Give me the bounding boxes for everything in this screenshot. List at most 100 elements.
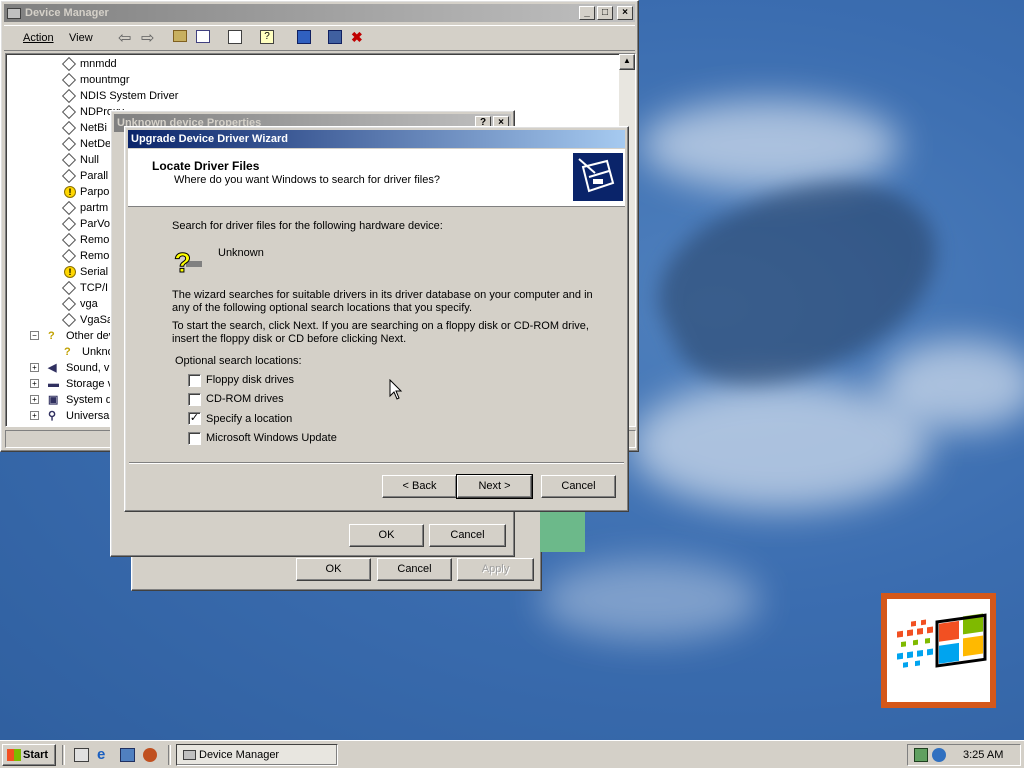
start-button[interactable]: Start: [2, 744, 56, 766]
wizard-para1-line1: The wizard searches for suitable drivers…: [172, 289, 593, 301]
tree-item-label: VgaSa: [80, 314, 114, 326]
driver-icon: [61, 105, 77, 120]
disable-device-icon[interactable]: [328, 30, 342, 44]
volume-tray-icon[interactable]: [932, 748, 946, 762]
tree-item[interactable]: ! Parpo: [64, 184, 109, 200]
outlook-express-icon[interactable]: [120, 748, 135, 762]
logo-yellow: [963, 635, 983, 657]
specify-location-label[interactable]: Specify a location: [206, 413, 292, 425]
minimize-button[interactable]: _: [579, 6, 595, 20]
properties-ok-button[interactable]: OK: [349, 524, 424, 547]
show-desktop-icon[interactable]: [74, 748, 89, 762]
tree-category-label: Sound, vi: [66, 362, 112, 374]
cdrom-checkbox-label[interactable]: CD-ROM drives: [206, 393, 284, 405]
tree-item[interactable]: ! Serial: [64, 264, 108, 280]
close-button[interactable]: ×: [617, 6, 633, 20]
maximize-button[interactable]: □: [597, 6, 613, 20]
tree-item[interactable]: TCP/I: [61, 280, 109, 296]
drive-icon: ▬: [48, 378, 59, 390]
tree-item[interactable]: vga: [61, 296, 98, 312]
tree-item[interactable]: partm: [61, 200, 109, 216]
driver-icon: [61, 281, 77, 296]
taskbar: Start e Device Manager 3:25 AM: [0, 740, 1024, 768]
properties-icon[interactable]: [228, 30, 242, 44]
optional-locations-label: Optional search locations:: [175, 355, 302, 367]
hardware-wizard-icon: [573, 153, 623, 201]
wizard-para1-line2: any of the following optional search loc…: [172, 302, 473, 314]
tree-item[interactable]: Null: [61, 152, 99, 168]
speaker-icon: ◀: [48, 362, 57, 374]
expand-toggle[interactable]: +: [30, 363, 39, 372]
tree-item[interactable]: Parall: [61, 168, 108, 184]
scan-hardware-icon[interactable]: [297, 30, 311, 44]
wizard-cancel-button[interactable]: Cancel: [541, 475, 616, 498]
driver-icon: [61, 73, 77, 88]
menu-view[interactable]: View: [69, 32, 93, 44]
tree-category[interactable]: ▣ System de: [48, 392, 118, 408]
up-folder-icon[interactable]: [173, 30, 187, 42]
quicklaunch-divider: [62, 745, 65, 765]
tree-item[interactable]: NetBi: [61, 120, 107, 136]
tree-category[interactable]: ◀ Sound, vi: [48, 360, 112, 376]
tree-category[interactable]: ? Other dev: [48, 328, 114, 344]
expand-toggle[interactable]: +: [30, 411, 39, 420]
floppy-checkbox[interactable]: [188, 374, 201, 387]
wizard-header-subtitle: Where do you want Windows to search for …: [174, 174, 440, 186]
tree-item[interactable]: NDIS System Driver: [61, 88, 178, 104]
floppy-checkbox-label[interactable]: Floppy disk drives: [206, 374, 294, 386]
expand-toggle[interactable]: +: [30, 395, 39, 404]
tree-category[interactable]: ? Unkno: [64, 344, 114, 360]
upgrade-driver-wizard[interactable]: Upgrade Device Driver Wizard Locate Driv…: [124, 126, 629, 512]
tree-item[interactable]: NetDe: [61, 136, 112, 152]
wizard-para2-line1: To start the search, click Next. If you …: [172, 320, 589, 332]
help-icon[interactable]: ?: [260, 30, 274, 44]
specify-location-checkbox[interactable]: ✓: [188, 412, 201, 425]
mouse-cursor: [389, 378, 403, 404]
wizard-title: Upgrade Device Driver Wizard: [131, 133, 289, 145]
task-device-manager[interactable]: Device Manager: [176, 744, 338, 766]
tree-item[interactable]: Remo: [61, 248, 109, 264]
network-tray-icon[interactable]: [914, 748, 928, 762]
windows-update-label[interactable]: Microsoft Windows Update: [206, 432, 337, 444]
tree-category[interactable]: ▬ Storage v: [48, 376, 113, 392]
cdrom-checkbox[interactable]: [188, 393, 201, 406]
tree-item[interactable]: Remo: [61, 232, 109, 248]
back-dialog-ok-button[interactable]: OK: [296, 558, 371, 581]
tree-category[interactable]: ⚲ Universal: [48, 408, 112, 424]
internet-explorer-icon[interactable]: e: [97, 747, 113, 764]
device-manager-titlebar[interactable]: Device Manager _ □ ×: [4, 4, 635, 22]
wizard-back-button[interactable]: < Back: [382, 475, 457, 498]
tree-item-label: vga: [80, 298, 98, 310]
wizard-intro-text: Search for driver files for the followin…: [172, 220, 443, 232]
wizard-header: Locate Driver Files Where do you want Wi…: [128, 149, 625, 207]
task-label: Device Manager: [199, 749, 280, 761]
tree-item-label: NetDe: [80, 138, 112, 150]
logo-red: [939, 620, 959, 642]
show-hide-tree-icon[interactable]: [196, 30, 210, 43]
back-dialog-apply-button[interactable]: Apply: [457, 558, 534, 581]
wizard-divider: [129, 462, 624, 464]
wizard-titlebar[interactable]: Upgrade Device Driver Wizard: [128, 130, 625, 148]
tree-item[interactable]: ParVo: [61, 216, 110, 232]
scroll-up-button[interactable]: ▲: [619, 54, 635, 70]
clock: 3:25 AM: [963, 749, 1004, 761]
menu-action[interactable]: Action: [23, 32, 54, 44]
collapse-toggle[interactable]: −: [30, 331, 39, 340]
media-player-icon[interactable]: [143, 748, 157, 762]
back-arrow-icon[interactable]: ⇦: [118, 28, 131, 48]
tree-item[interactable]: mnmdd: [61, 56, 117, 72]
tree-item[interactable]: VgaSa: [61, 312, 114, 328]
tree-item-label: TCP/I: [80, 282, 109, 294]
back-dialog-cancel-button[interactable]: Cancel: [377, 558, 452, 581]
tree-item-label: partm: [80, 202, 109, 214]
start-windows-icon: [7, 749, 21, 762]
windows-update-checkbox[interactable]: [188, 432, 201, 445]
wizard-next-button[interactable]: Next >: [456, 474, 533, 499]
forward-arrow-icon[interactable]: ⇨: [141, 28, 154, 48]
expand-toggle[interactable]: +: [30, 379, 39, 388]
unknown-device-icon: ?: [172, 245, 204, 279]
logo-blue: [939, 642, 959, 664]
uninstall-device-icon[interactable]: ✖: [351, 30, 365, 44]
tree-item[interactable]: mountmgr: [61, 72, 130, 88]
properties-cancel-button[interactable]: Cancel: [429, 524, 506, 547]
